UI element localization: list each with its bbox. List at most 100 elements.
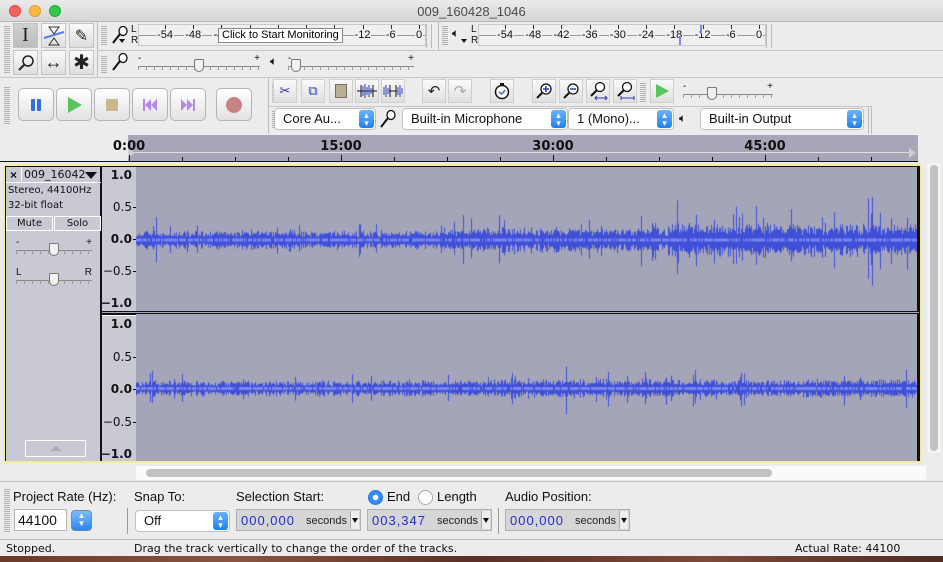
- slider-max-label: +: [254, 53, 260, 64]
- timeshift-tool-button[interactable]: ↔: [41, 50, 66, 75]
- play-speed-slider[interactable]: - +: [683, 81, 773, 100]
- playback-device-select[interactable]: Built-in Output ▴ ▾: [700, 108, 864, 130]
- play-button[interactable]: [56, 88, 92, 121]
- play-at-speed-grip[interactable]: [640, 82, 646, 102]
- end-radio[interactable]: [368, 490, 383, 505]
- record-button[interactable]: [216, 88, 252, 121]
- pause-button[interactable]: [18, 88, 54, 121]
- project-rate-label: Project Rate (Hz):: [13, 489, 117, 504]
- scale-label: −1.0: [100, 447, 132, 461]
- draw-tool-button[interactable]: ✎: [69, 23, 94, 48]
- selection-toolbar-grip[interactable]: [4, 488, 10, 532]
- multi-tool-button[interactable]: ✱: [69, 50, 94, 75]
- waveform-left-channel[interactable]: [136, 167, 917, 311]
- track-control-panel[interactable]: × 009_16042 Stereo, 44100Hz 32-bit float…: [6, 167, 101, 461]
- copy-icon: ⧉: [308, 83, 318, 98]
- time-format-dropdown[interactable]: [619, 511, 628, 529]
- zoom-in-button[interactable]: [532, 79, 556, 103]
- cut-button[interactable]: ✂: [273, 79, 297, 103]
- sync-lock-button[interactable]: [490, 79, 514, 103]
- skip-to-start-button[interactable]: [132, 88, 168, 121]
- slider-thumb[interactable]: [707, 87, 717, 100]
- record-meter-menu-icon[interactable]: [119, 39, 125, 43]
- vertical-scale-left[interactable]: 1.0 0.5 0.0 −0.5 −1.0: [101, 167, 136, 311]
- track-close-button[interactable]: ×: [6, 167, 22, 183]
- waveform-right-channel[interactable]: [136, 314, 917, 461]
- recording-channels-select[interactable]: 1 (Mono)... ▴ ▾: [568, 108, 674, 130]
- recording-device-select[interactable]: Built-in Microphone ▴ ▾: [402, 108, 568, 130]
- scrollbar-thumb[interactable]: [930, 165, 938, 451]
- collapse-track-button[interactable]: [25, 440, 86, 457]
- zoom-out-button[interactable]: [559, 79, 583, 103]
- paste-button[interactable]: [329, 79, 353, 103]
- horizontal-scrollbar[interactable]: [136, 466, 926, 480]
- output-volume-icon: 🔈︎: [270, 54, 278, 68]
- time-format-dropdown[interactable]: [350, 511, 359, 529]
- zoom-in-icon: [536, 83, 552, 99]
- pan-slider[interactable]: LR: [16, 267, 92, 286]
- silence-audio-button[interactable]: [381, 79, 405, 103]
- fit-selection-icon: [590, 81, 608, 101]
- scrollbar-thumb[interactable]: [146, 469, 772, 477]
- play-at-speed-button[interactable]: [650, 79, 674, 103]
- gain-slider[interactable]: - +: [16, 237, 92, 256]
- peak-hold-r: [678, 36, 681, 45]
- transport-toolbar-grip[interactable]: [4, 86, 10, 124]
- selection-end-value: 003,347: [372, 513, 426, 528]
- mute-button[interactable]: Mute: [6, 216, 53, 231]
- time-unit: seconds: [306, 515, 347, 527]
- slider-thumb[interactable]: [49, 273, 59, 286]
- vertical-scrollbar[interactable]: [927, 163, 941, 453]
- envelope-icon: [43, 26, 64, 45]
- playback-meter[interactable]: -54 -48 -42 -36 -30 -24 -18 -12 -6 0: [478, 24, 766, 46]
- slider-thumb[interactable]: [194, 59, 204, 72]
- input-volume-slider[interactable]: - +: [138, 53, 260, 72]
- snap-to-select[interactable]: Off ▴ ▾: [135, 510, 230, 532]
- record-meter-grip[interactable]: [101, 25, 107, 45]
- playback-meter-menu-icon[interactable]: [461, 39, 467, 43]
- redo-button[interactable]: ↷: [448, 79, 472, 103]
- meter-resize-handle[interactable]: [426, 24, 432, 48]
- audio-position-field[interactable]: 000,000 seconds: [505, 509, 630, 531]
- fit-project-button[interactable]: [613, 79, 637, 103]
- slider-thumb[interactable]: [49, 243, 59, 256]
- solo-button[interactable]: Solo: [54, 216, 101, 231]
- ruler-label: 15:00: [320, 139, 362, 154]
- track-name[interactable]: 009_16042: [24, 168, 86, 181]
- tools-toolbar-grip[interactable]: [4, 25, 10, 73]
- length-radio[interactable]: [418, 490, 433, 505]
- zoom-tool-button[interactable]: [13, 50, 38, 75]
- fit-selection-button[interactable]: [586, 79, 610, 103]
- slider-thumb[interactable]: [291, 59, 302, 72]
- timeline-ruler[interactable]: 0:00 15:00 30:00 45:00: [0, 135, 943, 162]
- mixer-toolbar-grip[interactable]: [101, 55, 107, 73]
- scale-label: 1.0: [110, 317, 132, 331]
- output-volume-slider[interactable]: - +: [288, 53, 414, 72]
- microphone-icon: [112, 26, 128, 44]
- selection-start-field[interactable]: 000,000 seconds: [236, 509, 361, 531]
- time-format-dropdown[interactable]: [481, 511, 490, 529]
- audio-host-select[interactable]: Core Au... ▴ ▾: [274, 108, 376, 130]
- playback-meter-grip[interactable]: [442, 25, 448, 45]
- project-rate-stepper[interactable]: ▲ ▼: [71, 510, 92, 531]
- copy-button[interactable]: ⧉: [301, 79, 325, 103]
- vertical-scale-right[interactable]: 1.0 0.5 0.0 −0.5 −1.0: [100, 315, 136, 461]
- track-format: Stereo, 44100Hz: [8, 185, 92, 196]
- stop-button[interactable]: [94, 88, 130, 121]
- selection-tool-button[interactable]: I: [13, 23, 38, 48]
- track-menu-icon[interactable]: [85, 172, 97, 179]
- selection-toolbar: Project Rate (Hz): 44100 ▲ ▼ Snap To: Off…: [0, 481, 943, 539]
- meter-resize-handle[interactable]: [766, 24, 772, 48]
- skip-to-end-button[interactable]: [170, 88, 206, 121]
- trim-audio-button[interactable]: [355, 79, 379, 103]
- scale-label: 0.5: [112, 200, 132, 214]
- envelope-tool-button[interactable]: [41, 23, 66, 48]
- end-label: End: [387, 489, 411, 504]
- speaker-icon: 🔈︎: [452, 26, 460, 40]
- selection-end-field[interactable]: 003,347 seconds: [367, 509, 492, 531]
- project-rate-input[interactable]: 44100: [14, 509, 67, 531]
- undo-button[interactable]: ↶: [422, 79, 446, 103]
- toolbar-divider: [97, 50, 943, 51]
- i-beam-icon: I: [22, 24, 29, 46]
- stopwatch-icon: [494, 83, 510, 100]
